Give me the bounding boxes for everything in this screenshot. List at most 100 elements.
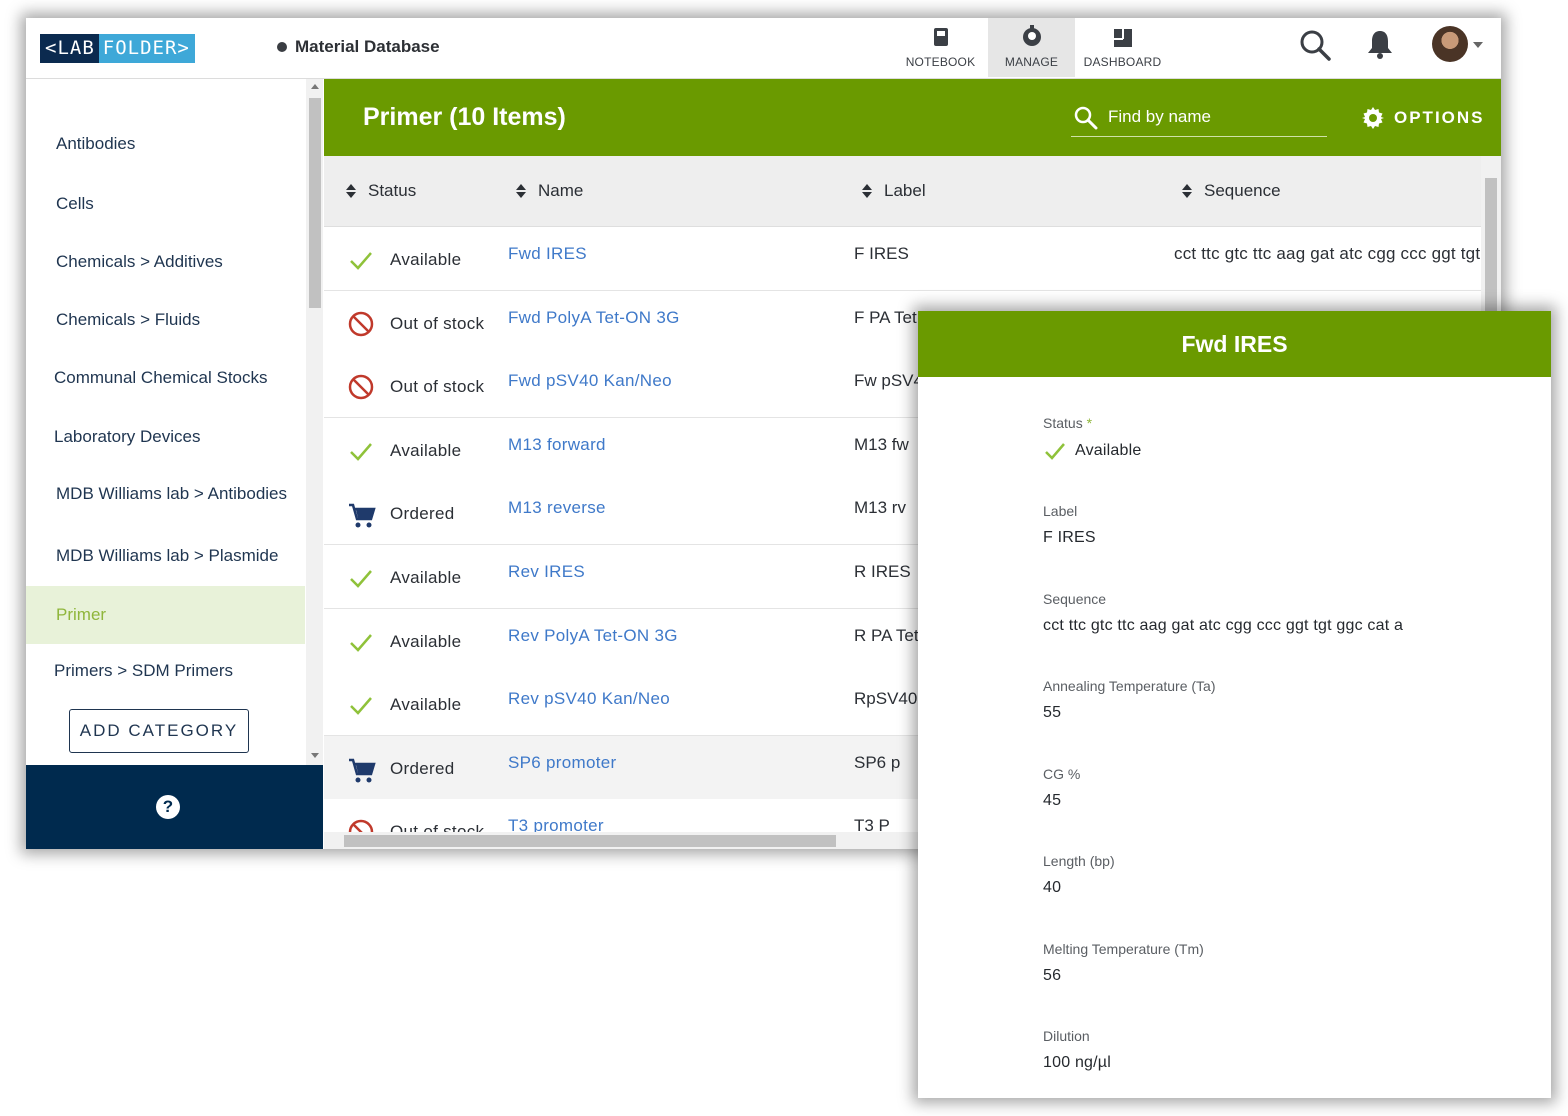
labfolder-logo[interactable]: <LAB FOLDER> [40, 34, 195, 63]
field-dilution: Dilution 100 ng/µl [1043, 1028, 1111, 1072]
item-name-link[interactable]: SP6 promoter [508, 753, 616, 773]
item-name-link[interactable]: Rev IRES [508, 562, 585, 582]
nav-dashboard-label: DASHBOARD [1083, 55, 1162, 69]
sidebar-item-label: Communal Chemical Stocks [54, 368, 268, 387]
item-label: RpSV40 [854, 689, 918, 709]
field-cg-percent: CG % 45 [1043, 766, 1080, 810]
item-name-link[interactable]: Fwd IRES [508, 244, 587, 264]
item-label: F IRES [854, 244, 909, 263]
search-icon[interactable] [1298, 28, 1332, 62]
cart-icon [348, 503, 376, 534]
item-name-link[interactable]: Fwd PolyA Tet-ON 3G [508, 308, 680, 328]
logo-left: <LAB [40, 34, 99, 63]
category-sidebar: Antibodies Cells Chemicals > Additives C… [26, 79, 305, 765]
sort-icon [862, 184, 872, 198]
sidebar-scroll-thumb[interactable] [309, 98, 321, 308]
table-horizontal-thumb[interactable] [344, 835, 836, 847]
field-value: 55 [1043, 704, 1062, 721]
column-label: Status [368, 181, 417, 200]
sidebar-item-communal-chemical-stocks[interactable]: Communal Chemical Stocks [26, 349, 305, 407]
detail-panel: Fwd IRES Status * Available Label F IRES … [918, 311, 1551, 1098]
item-label: R IRES [854, 562, 911, 581]
sidebar-item-chemicals-additives[interactable]: Chemicals > Additives [26, 233, 305, 291]
sidebar-item-cells[interactable]: Cells [26, 175, 305, 233]
chevron-down-icon[interactable] [1473, 42, 1483, 48]
table-header: Status Name Label Sequence [324, 156, 1481, 227]
context-label: Material Database [295, 37, 440, 56]
item-name-link[interactable]: Fwd pSV40 Kan/Neo [508, 371, 672, 391]
scroll-up-arrow-icon[interactable] [311, 84, 319, 89]
field-length: Length (bp) 40 [1043, 853, 1115, 897]
check-icon [1045, 443, 1065, 460]
field-label: Label [1043, 503, 1078, 519]
options-label: OPTIONS [1394, 108, 1485, 127]
blocked-icon [348, 374, 374, 405]
field-label: Status * [1043, 415, 1141, 431]
sidebar-item-sdm-primers[interactable]: Primers > SDM Primers [26, 642, 305, 700]
check-icon [348, 249, 374, 276]
nav-manage-label: MANAGE [1004, 55, 1059, 69]
status-text: Available [390, 695, 462, 715]
sidebar-item-label: MDB Williams lab > Antibodies [56, 484, 288, 503]
item-name-link[interactable]: Rev PolyA Tet-ON 3G [508, 626, 678, 646]
scroll-down-arrow-icon[interactable] [311, 753, 319, 758]
notebook-icon [933, 28, 948, 46]
sidebar-item-antibodies[interactable]: Antibodies [26, 115, 305, 173]
field-label: Sequence [1043, 591, 1107, 607]
nav-dashboard[interactable]: DASHBOARD [1078, 18, 1167, 77]
sidebar-item-label: Cells [56, 194, 94, 213]
field-label: Melting Temperature (Tm) [1043, 941, 1204, 957]
field-label-block: Label F IRES [1043, 503, 1096, 547]
sidebar-item-label: Laboratory Devices [54, 427, 201, 446]
sidebar-item-mdb-plasmide[interactable]: MDB Williams lab > Plasmide [26, 527, 305, 585]
column-label: Name [538, 181, 584, 200]
add-category-button[interactable]: ADD CATEGORY [69, 709, 249, 753]
field-value: F IRES [1043, 529, 1096, 546]
top-bar: <LAB FOLDER> Material Database NOTEBOOK … [26, 18, 1501, 79]
sort-icon [1182, 184, 1192, 198]
status-text: Out of stock [390, 377, 485, 397]
sidebar-item-laboratory-devices[interactable]: Laboratory Devices [26, 408, 305, 466]
item-label: R PA Tet [854, 625, 919, 645]
item-label: Fw pSV4 [854, 371, 923, 391]
sidebar-item-label: Chemicals > Fluids [56, 310, 201, 329]
item-name-link[interactable]: M13 forward [508, 435, 606, 455]
field-value: cct ttc gtc ttc aag gat atc cgg ccc ggt … [1043, 617, 1404, 634]
item-name-link[interactable]: M13 reverse [508, 498, 606, 518]
search-input[interactable]: Find by name [1071, 99, 1327, 137]
detail-title: Fwd IRES [918, 311, 1551, 377]
item-label: M13 fw [854, 434, 909, 454]
table-row[interactable]: Available Fwd IRES F IRES cct ttc gtc ttc a… [324, 227, 1481, 291]
column-sequence[interactable]: Sequence [1182, 181, 1281, 201]
options-button[interactable]: OPTIONS [1361, 106, 1485, 130]
cart-icon [348, 758, 376, 789]
column-status[interactable]: Status [346, 181, 416, 201]
sidebar-item-chemicals-fluids[interactable]: Chemicals > Fluids [26, 291, 305, 349]
field-label: CG % [1043, 766, 1081, 782]
manage-icon [1022, 25, 1041, 46]
user-avatar[interactable] [1432, 26, 1468, 62]
context-dot-icon [277, 42, 287, 52]
field-annealing-temperature: Annealing Temperature (Ta) 55 [1043, 678, 1216, 722]
bell-icon[interactable] [1366, 28, 1394, 60]
gear-icon [1362, 107, 1384, 129]
nav-manage[interactable]: MANAGE [988, 18, 1075, 77]
status-text: Available [390, 250, 462, 269]
status-text: Out of stock [390, 313, 485, 333]
item-name-link[interactable]: Rev pSV40 Kan/Neo [508, 689, 670, 709]
help-icon[interactable]: ? [156, 795, 180, 819]
sort-icon [516, 184, 526, 198]
context-title: Material Database [277, 37, 440, 57]
sidebar-item-primer[interactable]: Primer [26, 586, 305, 644]
status-text: Available [390, 568, 462, 587]
sort-icon [346, 184, 356, 198]
check-icon [348, 440, 374, 467]
field-label: Annealing Temperature (Ta) [1043, 678, 1216, 694]
logo-right: FOLDER> [98, 34, 195, 63]
column-label-header[interactable]: Label [862, 181, 926, 201]
field-sequence: Sequence cct ttc gtc ttc aag gat atc cgg … [1043, 591, 1403, 635]
sidebar-item-mdb-antibodies[interactable]: MDB Williams lab > Antibodies [26, 465, 305, 523]
field-status-label: Status [1043, 415, 1083, 431]
nav-notebook[interactable]: NOTEBOOK [896, 18, 985, 77]
column-name[interactable]: Name [516, 181, 583, 201]
